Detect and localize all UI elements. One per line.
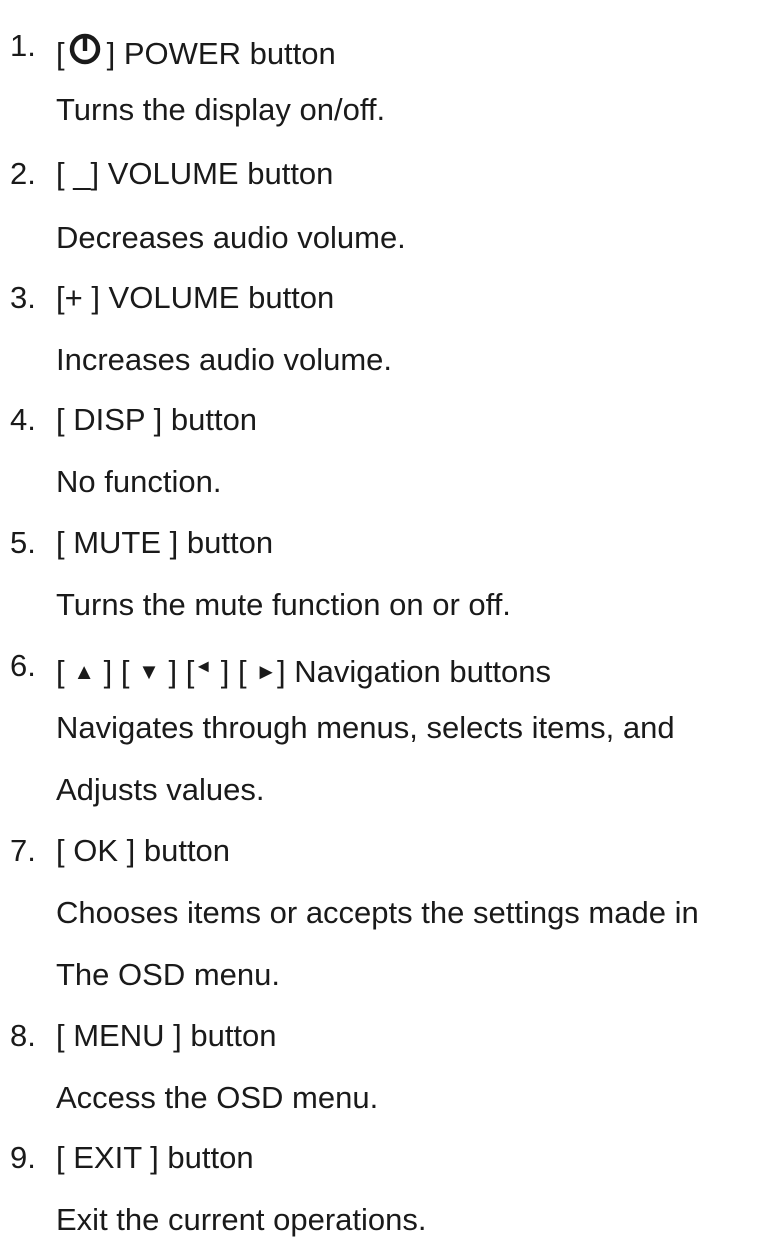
item-description: Adjusts values. <box>56 772 265 807</box>
right-arrow-icon: ► <box>255 659 278 684</box>
item-label: [ ] POWER button <box>56 28 336 72</box>
power-icon <box>69 33 100 65</box>
item-label: [ OK ] button <box>56 833 231 868</box>
label-text: ] POWER button <box>106 36 336 71</box>
up-arrow-icon: ▲ <box>73 659 96 684</box>
item-label: [ EXIT ] button <box>56 1140 254 1175</box>
item-label: [ MUTE ] button <box>56 525 274 560</box>
label-text: ] Navigation buttons <box>277 654 552 689</box>
item-label: [ _] VOLUME button <box>56 156 334 191</box>
item-description: Access the OSD menu. <box>56 1080 379 1115</box>
item-label: [ DISP ] button <box>56 402 258 437</box>
label-bracket-open: [ <box>56 36 65 71</box>
item-description: Increases audio volume. <box>56 342 393 377</box>
down-arrow-icon: ▼ <box>138 659 160 684</box>
item-description: Decreases audio volume. <box>56 220 406 255</box>
item-number: 2. <box>10 156 36 191</box>
item-number: 4. <box>10 402 36 437</box>
item-description: The OSD menu. <box>56 957 280 992</box>
item-description: Exit the current operations. <box>56 1202 427 1237</box>
item-number: 9. <box>10 1140 36 1175</box>
item-description: Turns the display on/off. <box>56 92 386 127</box>
label-text: ] [ <box>212 654 256 689</box>
item-description: Chooses items or accepts the settings ma… <box>56 895 699 930</box>
item-label: [ MENU ] button <box>56 1018 277 1053</box>
item-number: 6. <box>10 648 36 683</box>
item-description: Turns the mute function on or off. <box>56 587 511 622</box>
item-number: 8. <box>10 1018 36 1053</box>
item-label: [+ ] VOLUME button <box>56 280 335 315</box>
item-number: 1. <box>10 28 36 63</box>
label-text: ] [ <box>159 654 195 689</box>
label-text: ] [ <box>95 654 139 689</box>
item-description: No function. <box>56 464 222 499</box>
left-arrow-icon: ◄ <box>194 656 213 676</box>
item-number: 7. <box>10 833 36 868</box>
label-text: [ <box>56 654 74 689</box>
item-number: 3. <box>10 280 36 315</box>
item-label: [ ▲ ] [ ▼ ] [◄ ] [ ►] Navigation buttons <box>56 648 551 690</box>
item-description: Navigates through menus, selects items, … <box>56 710 675 745</box>
item-number: 5. <box>10 525 36 560</box>
